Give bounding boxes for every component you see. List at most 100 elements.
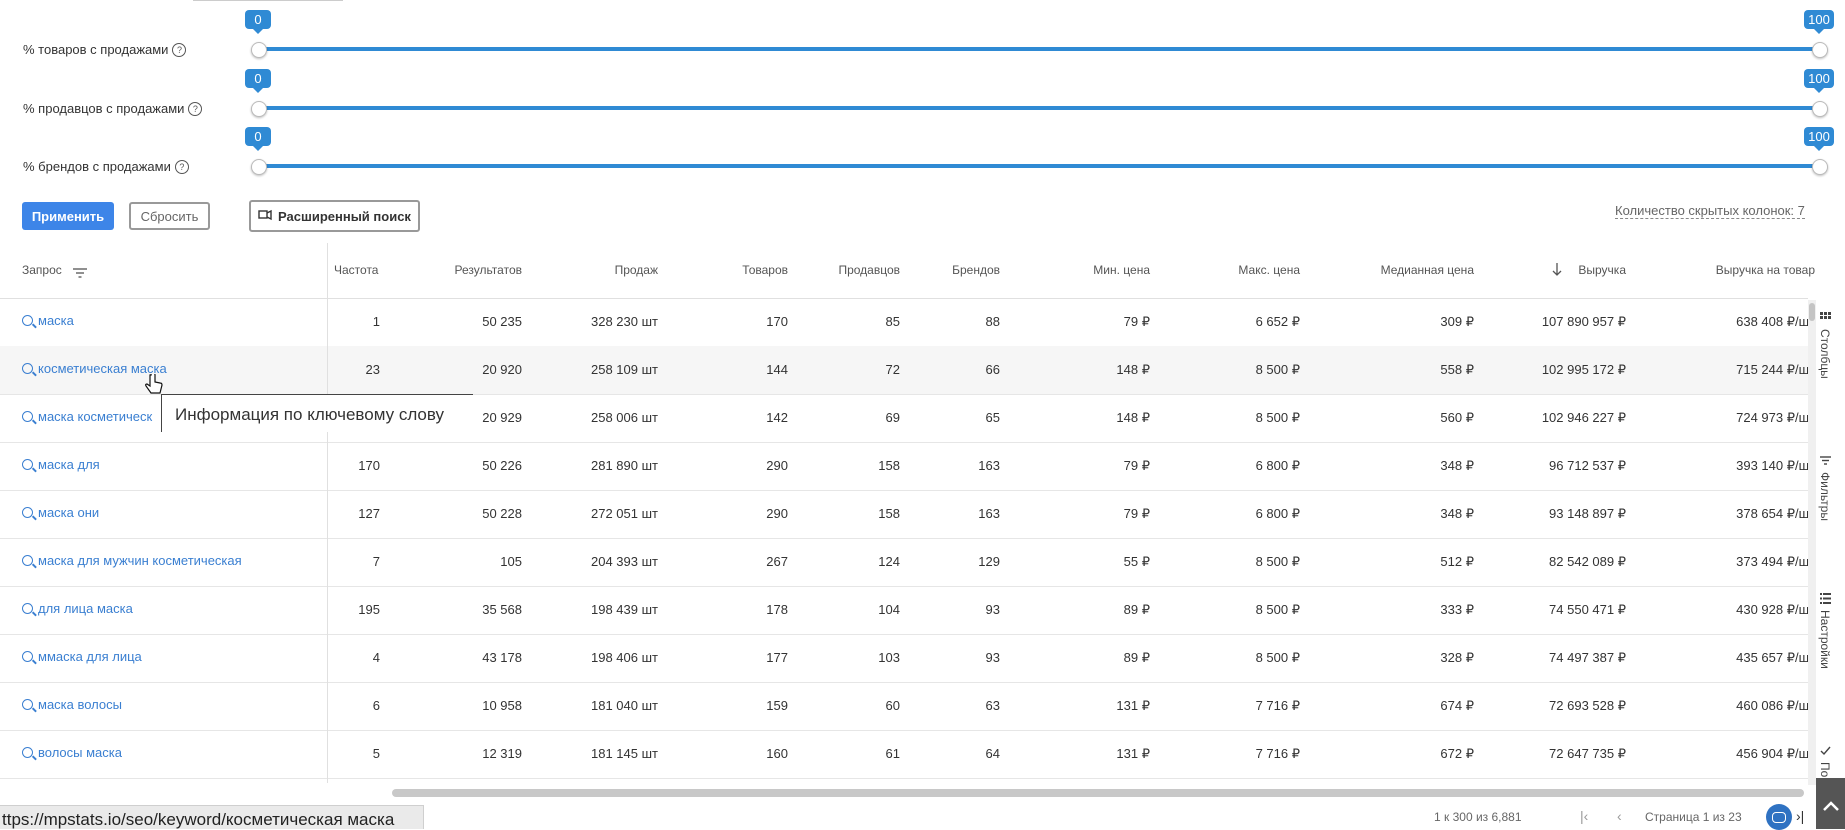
- slider-min-handle-0[interactable]: [251, 42, 267, 58]
- table-cell: 124: [878, 554, 900, 569]
- advanced-search-icon: [258, 209, 272, 224]
- table-row[interactable]: маска волосы 6 10 958 181 040 шт 159 60 63 131 …: [0, 682, 1815, 731]
- table-row[interactable]: маска они 127 50 228 272 051 шт 290 158 163 79 …: [0, 490, 1815, 539]
- apply-button[interactable]: Применить: [22, 202, 114, 230]
- column-header[interactable]: Выручка: [1578, 263, 1626, 277]
- table-cell: 272 051 шт: [591, 506, 658, 521]
- sort-desc-icon[interactable]: [1552, 263, 1562, 281]
- table-cell: 435 657 ₽/шт: [1736, 650, 1815, 665]
- keyword-link[interactable]: маска они: [22, 505, 99, 520]
- table-cell: 8 500 ₽: [1255, 410, 1300, 425]
- keyword-link[interactable]: волосы маска: [22, 745, 122, 760]
- column-header[interactable]: Продавцов: [838, 263, 900, 277]
- reset-button[interactable]: Сбросить: [129, 202, 210, 230]
- vertical-scrollbar-thumb[interactable]: [1809, 303, 1815, 321]
- keyword-link[interactable]: маска волосы: [22, 697, 122, 712]
- column-divider: [327, 243, 328, 783]
- slider-max-handle-0[interactable]: [1812, 42, 1828, 58]
- tab-filters[interactable]: Фильтры: [1818, 455, 1832, 521]
- keyword-link[interactable]: маска для: [22, 457, 100, 472]
- table-cell: 4: [372, 650, 380, 665]
- table-cell: 638 408 ₽/шт: [1736, 314, 1815, 329]
- slider-track-0[interactable]: [258, 47, 1819, 51]
- search-icon: [22, 747, 33, 758]
- keyword-text: маска косметическ: [38, 409, 153, 424]
- column-header[interactable]: Выручка на товар: [1716, 263, 1815, 277]
- table-row[interactable]: волосы маска 5 12 319 181 145 шт 160 61 64 131 …: [0, 730, 1815, 779]
- column-header[interactable]: Мин. цена: [1093, 263, 1150, 277]
- slider-min-value-2: 0: [245, 127, 271, 151]
- table-cell: 127: [358, 506, 380, 521]
- table-row[interactable]: ммаска для лица 4 43 178 198 406 шт 177 103 93…: [0, 634, 1815, 683]
- filter-icon[interactable]: [73, 265, 87, 283]
- slider-min-value-1: 0: [245, 69, 271, 93]
- advanced-search-button[interactable]: Расширенный поиск: [249, 200, 420, 232]
- table-cell: 170: [358, 458, 380, 473]
- table-cell: 158: [878, 506, 900, 521]
- slider-max-handle-1[interactable]: [1812, 101, 1828, 117]
- slider-max-handle-2[interactable]: [1812, 159, 1828, 175]
- keyword-link[interactable]: маска косметическ: [22, 409, 152, 424]
- table-cell: 23: [365, 362, 380, 377]
- keyword-link[interactable]: для лица маска: [22, 601, 133, 616]
- table-cell: 74 497 387 ₽: [1549, 650, 1626, 665]
- table-cell: 142: [766, 410, 788, 425]
- hidden-columns-link[interactable]: Количество скрытых колонок: 7: [1615, 203, 1805, 219]
- table-cell: 82 542 089 ₽: [1549, 554, 1626, 569]
- table-cell: 267: [766, 554, 788, 569]
- prev-page-icon[interactable]: ‹: [1617, 808, 1622, 824]
- table-cell: 96 712 537 ₽: [1549, 458, 1626, 473]
- search-icon: [22, 411, 33, 422]
- tab-columns[interactable]: Столбцы: [1818, 312, 1832, 379]
- slider-min-handle-1[interactable]: [251, 101, 267, 117]
- column-header[interactable]: Частота: [334, 263, 378, 277]
- keyword-link[interactable]: ммаска для лица: [22, 649, 142, 664]
- table-cell: 348 ₽: [1440, 506, 1474, 521]
- help-icon[interactable]: ?: [172, 42, 187, 57]
- table-cell: 8 500 ₽: [1255, 650, 1300, 665]
- table-cell: 7: [372, 554, 380, 569]
- table-row[interactable]: косметическая маска 23 20 920 258 109 шт 144…: [0, 346, 1815, 395]
- slider-track-1[interactable]: [258, 106, 1819, 110]
- table-cell: 204 393 шт: [591, 554, 658, 569]
- vertical-scrollbar[interactable]: [1808, 300, 1816, 785]
- table-cell: 163: [978, 506, 1000, 521]
- table-row[interactable]: маска для мужчин косметическая 7 105 204 39…: [0, 538, 1815, 587]
- table-cell: 163: [978, 458, 1000, 473]
- table-cell: 50 226: [482, 458, 522, 473]
- chat-icon[interactable]: [1766, 804, 1792, 830]
- column-header[interactable]: Медианная цена: [1381, 263, 1474, 277]
- slider-label-text: % товаров с продажами: [23, 42, 169, 57]
- column-header[interactable]: Брендов: [952, 263, 1000, 277]
- slider-max-value-1: 100: [1804, 69, 1834, 93]
- table-row[interactable]: маска 1 50 235 328 230 шт 170 85 88 79 ₽ 6 652 ₽…: [0, 298, 1815, 347]
- slider-label-text: % продавцов с продажами: [23, 101, 185, 116]
- help-icon[interactable]: ?: [188, 101, 203, 116]
- column-header[interactable]: Результатов: [455, 263, 523, 277]
- table-cell: 8 500 ₽: [1255, 554, 1300, 569]
- scroll-up-button[interactable]: [1816, 778, 1845, 829]
- slider-track-2[interactable]: [258, 164, 1819, 168]
- table-cell: 7 716 ₽: [1255, 746, 1300, 761]
- help-icon[interactable]: ?: [174, 159, 189, 174]
- column-header[interactable]: Товаров: [742, 263, 788, 277]
- table-row[interactable]: для лица маска 195 35 568 198 439 шт 178 104 9…: [0, 586, 1815, 635]
- tab-settings[interactable]: Настройки: [1818, 593, 1832, 669]
- table-cell: 12 319: [482, 746, 522, 761]
- keyword-link[interactable]: маска для мужчин косметическая: [22, 553, 242, 568]
- column-header[interactable]: Продаж: [615, 263, 658, 277]
- keyword-link[interactable]: маска: [22, 313, 74, 328]
- grid-icon: [1818, 312, 1832, 323]
- table-cell: 290: [766, 506, 788, 521]
- last-page-icon[interactable]: ›|: [1796, 808, 1804, 824]
- keyword-text: маска: [38, 313, 74, 328]
- table-cell: 160: [766, 746, 788, 761]
- table-cell: 309 ₽: [1440, 314, 1474, 329]
- slider-min-handle-2[interactable]: [251, 159, 267, 175]
- column-header[interactable]: Макс. цена: [1238, 263, 1300, 277]
- horizontal-scrollbar[interactable]: [392, 789, 1804, 797]
- column-header[interactable]: Запрос: [22, 263, 62, 277]
- table-row[interactable]: маска для 170 50 226 281 890 шт 290 158 163 79 …: [0, 442, 1815, 491]
- first-page-icon[interactable]: |‹: [1580, 808, 1588, 824]
- table-cell: 66: [985, 362, 1000, 377]
